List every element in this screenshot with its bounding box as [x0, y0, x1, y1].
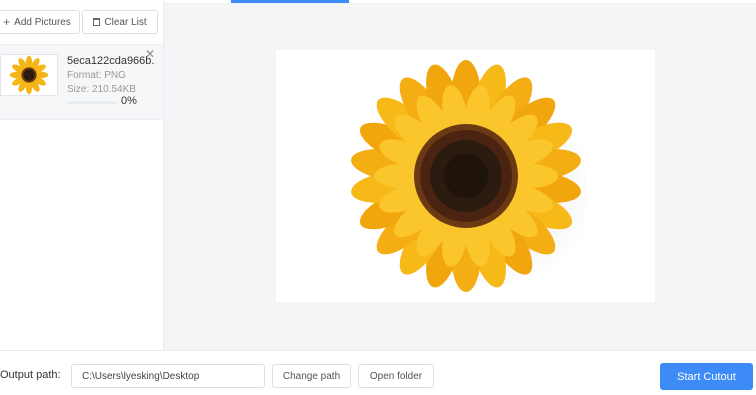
- add-pictures-button[interactable]: + Add Pictures: [0, 10, 80, 34]
- plus-icon: +: [3, 15, 11, 29]
- file-list-sidebar: + Add Pictures Clear List 5eca122cda966b…: [0, 0, 164, 350]
- file-format: Format: PNG: [67, 70, 126, 81]
- trash-icon: [93, 18, 101, 26]
- preview-canvas: [276, 50, 655, 302]
- file-name: 5eca122cda966b...: [67, 55, 155, 67]
- output-path-input[interactable]: [71, 364, 265, 388]
- close-icon[interactable]: ✕: [145, 48, 155, 60]
- add-pictures-label: Add Pictures: [14, 16, 71, 28]
- file-size: Size: 210.54KB: [67, 84, 136, 95]
- sunflower-image: [350, 60, 586, 292]
- progress-percent: 0%: [121, 95, 137, 107]
- sunflower-thumbnail-image: [9, 55, 49, 95]
- list-item[interactable]: 5eca122cda966b... ✕ Format: PNG Size: 21…: [0, 44, 163, 120]
- image-thumbnail: [0, 54, 58, 96]
- preview-area: [164, 4, 756, 350]
- change-path-button[interactable]: Change path: [272, 364, 351, 388]
- output-path-label: Output path:: [0, 369, 61, 381]
- progress-bar: [67, 101, 117, 104]
- start-cutout-button[interactable]: Start Cutout: [660, 363, 753, 390]
- clear-list-label: Clear List: [104, 16, 147, 28]
- clear-list-button[interactable]: Clear List: [82, 10, 158, 34]
- output-bar: Output path: Change path Open folder Sta…: [0, 350, 756, 395]
- open-folder-button[interactable]: Open folder: [358, 364, 434, 388]
